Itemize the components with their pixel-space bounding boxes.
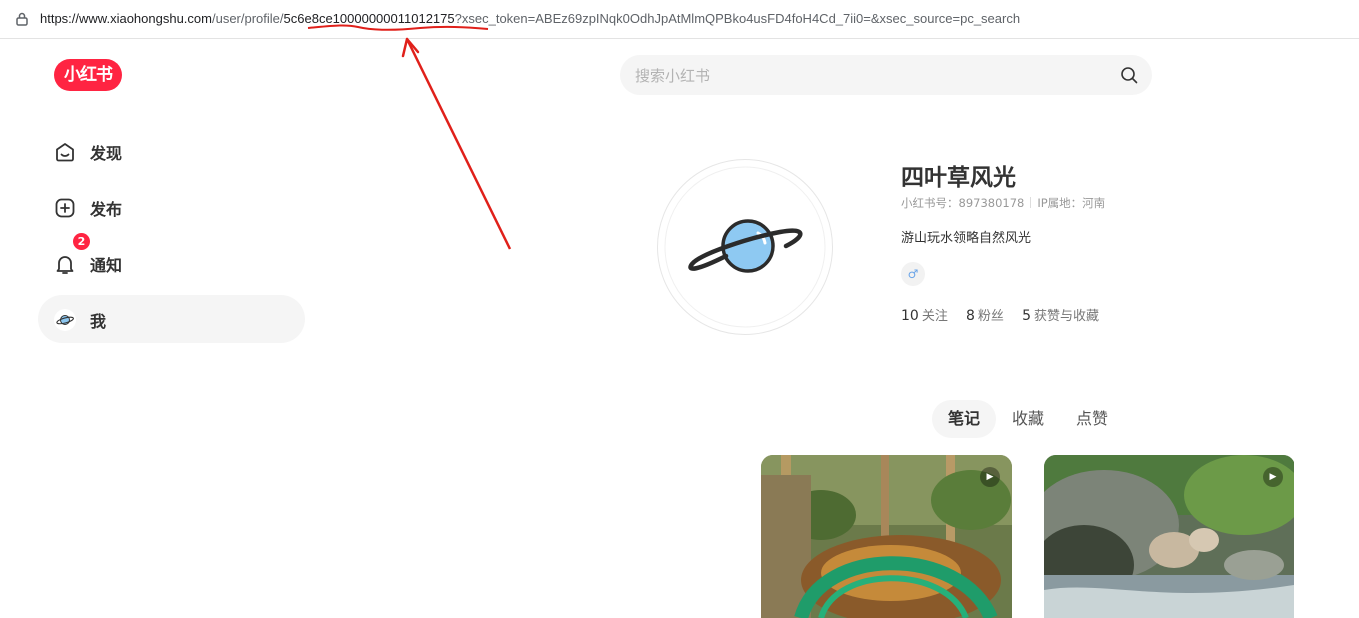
search-placeholder: 搜索小红书 bbox=[635, 67, 711, 85]
sidebar-item-label: 发现 bbox=[90, 144, 123, 163]
profile-avatar[interactable] bbox=[657, 159, 833, 335]
stat-followers[interactable]: 8 粉丝 bbox=[965, 308, 1018, 324]
stat-followers-count: 8 bbox=[965, 308, 975, 324]
address-bar[interactable]: https://www.xiaohongshu.com/user/profile… bbox=[0, 0, 1359, 39]
tab-likes[interactable]: 点赞 bbox=[1064, 400, 1120, 438]
tab-notes[interactable]: 笔记 bbox=[932, 400, 996, 438]
sidebar-item-discover[interactable]: 发现 bbox=[38, 127, 305, 175]
profile-ip-location: IP属地：河南 bbox=[1037, 196, 1106, 210]
note-cover-image bbox=[761, 455, 1012, 618]
plus-square-icon bbox=[55, 198, 75, 218]
profile-bio: 游山玩水领略自然风光 bbox=[901, 231, 1032, 246]
search-icon[interactable] bbox=[1120, 66, 1138, 84]
profile-name: 四叶草风光 bbox=[901, 165, 1016, 191]
divider bbox=[1030, 197, 1032, 208]
stat-following-count: 10 bbox=[901, 308, 919, 324]
url-path: /user/profile/ bbox=[211, 11, 284, 26]
sidebar-item-publish[interactable]: 发布 bbox=[38, 183, 305, 231]
annotation-arrowhead bbox=[401, 37, 420, 58]
stat-following[interactable]: 10 关注 bbox=[901, 308, 962, 324]
lock-icon[interactable] bbox=[14, 11, 30, 27]
profile-id: 小红书号：897380178 bbox=[901, 196, 1025, 210]
video-play-icon: ▶ bbox=[980, 467, 1000, 487]
notification-badge: 2 bbox=[73, 233, 90, 250]
stat-likes: 5 获赞与收藏 bbox=[1022, 308, 1113, 324]
planet-icon bbox=[664, 166, 826, 328]
profile-stats: 10 关注 8 粉丝 5 获赞与收藏 bbox=[901, 305, 1113, 324]
stat-likes-count: 5 bbox=[1022, 308, 1031, 324]
url-text[interactable]: https://www.xiaohongshu.com/user/profile… bbox=[40, 11, 1020, 26]
url-user-id: 5c6e8ce10000000011012175 bbox=[283, 11, 455, 26]
search-box[interactable]: 搜索小红书 bbox=[620, 55, 1152, 95]
profile-id-row: 小红书号：897380178 IP属地：河南 bbox=[901, 195, 1105, 211]
note-card[interactable]: ▶ bbox=[761, 455, 1012, 618]
note-cover-image bbox=[1044, 455, 1295, 618]
sidebar-item-notifications[interactable]: 2 通知 bbox=[38, 233, 305, 287]
stat-following-label: 关注 bbox=[921, 309, 948, 324]
url-query: ?xsec_token=ABEz69zpINqk0OdhJpAtMlmQPBko… bbox=[454, 11, 1021, 26]
video-play-icon: ▶ bbox=[1263, 467, 1283, 487]
avatar-planet-icon bbox=[54, 309, 76, 331]
stat-followers-label: 粉丝 bbox=[977, 309, 1004, 324]
gender-male-icon: ♂ bbox=[901, 262, 925, 286]
stat-likes-label: 获赞与收藏 bbox=[1033, 309, 1099, 324]
sidebar-item-me[interactable]: 我 bbox=[38, 295, 305, 343]
url-host: https://www.xiaohongshu.com bbox=[40, 11, 212, 26]
annotation-arrow bbox=[405, 38, 512, 250]
sidebar-item-label: 发布 bbox=[90, 200, 123, 219]
sidebar-item-label: 我 bbox=[90, 312, 107, 331]
note-card[interactable]: ▶ bbox=[1044, 455, 1295, 618]
bell-icon bbox=[56, 256, 74, 274]
xiaohongshu-logo[interactable]: 小红书 bbox=[54, 59, 122, 91]
tab-collections[interactable]: 收藏 bbox=[1000, 400, 1056, 438]
sidebar-item-label: 通知 bbox=[90, 256, 123, 275]
discover-icon bbox=[56, 143, 74, 162]
